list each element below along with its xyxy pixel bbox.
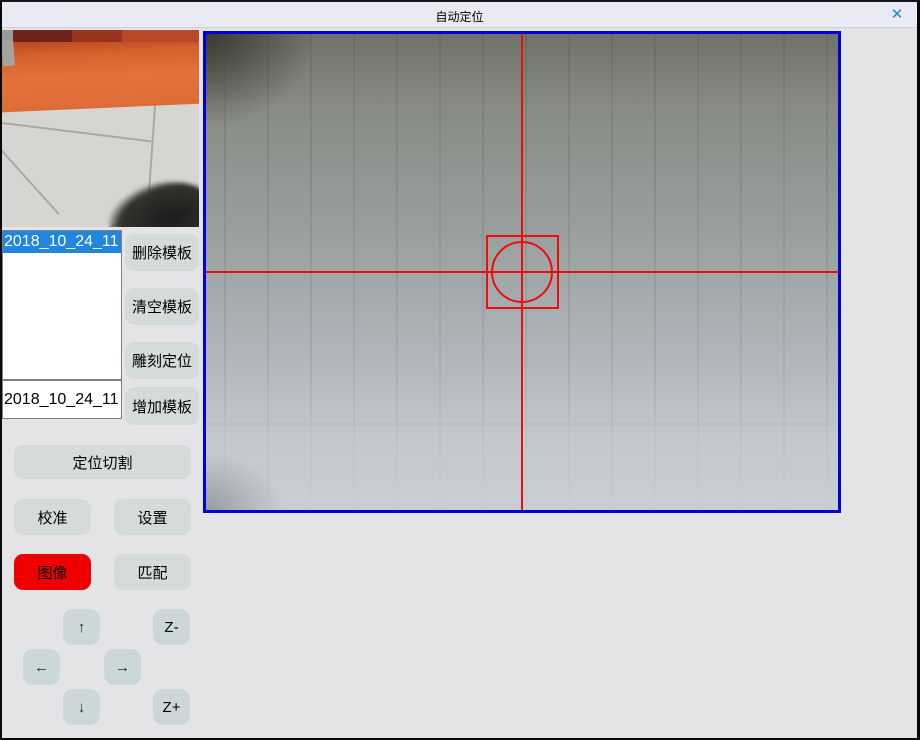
engrave-position-button[interactable]: 雕刻定位 [125,342,199,379]
match-region-circle [491,241,553,303]
template-list[interactable]: 2018_10_24_11 [2,230,122,380]
calibrate-button[interactable]: 校准 [14,499,91,535]
jog-z-plus-button[interactable]: Z+ [153,689,190,725]
auto-position-window: 自动定位 ✕ 2018_10_24_11 删除模板 清空模板 雕刻定位 增加模板… [0,0,920,740]
close-icon[interactable]: ✕ [887,5,907,25]
jog-left-button[interactable]: ← [23,649,60,685]
clear-template-button[interactable]: 清空模板 [125,288,199,325]
template-thumbnail-preview [2,30,199,227]
jog-right-button[interactable]: → [104,649,141,685]
settings-button[interactable]: 设置 [114,499,191,535]
jog-down-button[interactable]: ↓ [63,689,100,725]
jog-z-minus-button[interactable]: Z- [153,609,190,645]
position-cut-button[interactable]: 定位切割 [14,445,191,479]
window-title: 自动定位 [2,8,917,25]
image-button[interactable]: 图像 [14,554,91,590]
thumbnail-tile-line [2,147,60,215]
template-list-item[interactable]: 2018_10_24_11 [3,231,121,253]
thumbnail-orange-beam [2,31,199,112]
thumbnail-dark-object [103,173,199,227]
thumbnail-top-strip [2,30,199,42]
match-button[interactable]: 匹配 [114,554,191,590]
titlebar: 自动定位 ✕ [2,2,917,28]
thumbnail-tile-line [2,120,151,143]
add-template-button[interactable]: 增加模板 [125,387,199,425]
delete-template-button[interactable]: 删除模板 [125,234,199,271]
jog-up-button[interactable]: ↑ [63,609,100,645]
camera-view[interactable] [203,31,841,513]
thumbnail-gray-notch [2,40,15,67]
template-name-input[interactable] [2,380,122,419]
